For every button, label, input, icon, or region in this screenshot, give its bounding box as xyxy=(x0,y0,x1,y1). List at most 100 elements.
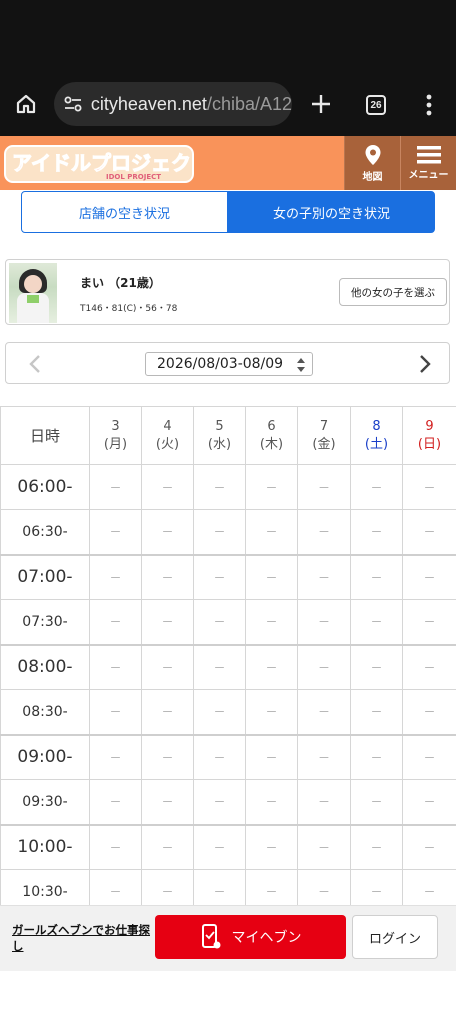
schedule-body: 06:00- －－－－－－－ 06:30- －－－－－－－ 07:00- －－－－－－－ 0… xyxy=(0,464,456,906)
slot-cell: － xyxy=(141,779,194,825)
time-slot-row: 10:00- －－－－－－－ xyxy=(0,823,456,870)
time-label: 08:30- xyxy=(0,689,90,735)
time-label: 09:00- xyxy=(0,733,90,780)
updown-arrows-icon xyxy=(297,358,305,372)
footer-bar: ガールズヘブンでお仕事探し マイヘブン ログイン xyxy=(0,905,456,971)
slot-cell: － xyxy=(245,779,298,825)
slot-cell: － xyxy=(89,464,142,510)
slot-cell: － xyxy=(402,643,456,690)
day-header: 6 (木) xyxy=(245,406,298,465)
profile-photo[interactable] xyxy=(9,263,57,323)
slot-cell: － xyxy=(297,823,351,870)
address-bar[interactable]: cityheaven.net/chiba/A12 xyxy=(54,82,292,126)
tab-switcher-button[interactable]: 26 xyxy=(360,90,392,120)
profile-card: まい （21歳） T146・81(C)・56・78 他の女の子を選ぶ xyxy=(5,259,450,325)
logo-subtext: IDOL PROJECT xyxy=(106,173,161,181)
slot-cell: － xyxy=(141,553,194,600)
chevron-right-icon xyxy=(420,355,431,373)
smartphone-icon xyxy=(201,924,220,949)
logo-text: アイドルプロジェクト xyxy=(12,151,196,175)
prev-week-button[interactable] xyxy=(24,352,46,376)
schedule-grid: 日時 3 (月) 4 (火) 5 (水) 6 (木) 7 (金) 8 (土) 9 (日) 06:00- －－… xyxy=(0,406,456,906)
slot-cell: － xyxy=(350,689,403,735)
week-select[interactable]: 2026/08/03-08/09 xyxy=(145,352,313,376)
time-slot-row: 10:30- －－－－－－－ xyxy=(0,869,456,906)
schedule-header-row: 日時 3 (月) 4 (火) 5 (水) 6 (木) 7 (金) 8 (土) 9 (日) xyxy=(0,406,456,465)
slot-cell: － xyxy=(89,509,142,555)
map-button[interactable]: 地図 xyxy=(344,136,400,190)
browser-toolbar: cityheaven.net/chiba/A12 26 xyxy=(0,72,456,136)
url-text: cityheaven.net/chiba/A12 xyxy=(91,94,292,115)
slot-cell: － xyxy=(350,733,403,780)
slot-cell: － xyxy=(193,869,246,906)
slot-cell: － xyxy=(402,823,456,870)
time-slot-row: 06:30- －－－－－－－ xyxy=(0,509,456,555)
time-label: 07:30- xyxy=(0,599,90,645)
time-slot-row: 09:00- －－－－－－－ xyxy=(0,733,456,780)
girls-heaven-job-link[interactable]: ガールズヘブンでお仕事探し xyxy=(12,922,152,954)
site-header: アイドルプロジェクト IDOL PROJECT 地図 メニュー xyxy=(0,136,456,190)
home-button[interactable] xyxy=(8,86,44,122)
slot-cell: － xyxy=(350,553,403,600)
slot-cell: － xyxy=(141,869,194,906)
slot-cell: － xyxy=(193,553,246,600)
day-of-week: (土) xyxy=(364,436,389,452)
slot-cell: － xyxy=(350,464,403,510)
login-button[interactable]: ログイン xyxy=(352,915,438,959)
day-of-week: (木) xyxy=(259,436,284,452)
myheaven-label: マイヘブン xyxy=(231,930,302,946)
more-menu-button[interactable] xyxy=(414,88,444,122)
slot-cell: － xyxy=(141,464,194,510)
slot-cell: － xyxy=(297,689,351,735)
slot-cell: － xyxy=(193,599,246,645)
slot-cell: － xyxy=(350,643,403,690)
slot-cell: － xyxy=(297,779,351,825)
myheaven-button[interactable]: マイヘブン xyxy=(155,915,346,959)
tab-girl-availability[interactable]: 女の子別の空き状況 xyxy=(228,191,435,233)
slot-cell: － xyxy=(89,553,142,600)
hamburger-icon xyxy=(416,145,441,163)
slot-cell: － xyxy=(245,823,298,870)
slot-cell: － xyxy=(245,869,298,906)
menu-label: メニュー xyxy=(408,169,449,181)
slot-cell: － xyxy=(297,553,351,600)
time-slot-row: 07:00- －－－－－－－ xyxy=(0,553,456,600)
site-settings-icon[interactable] xyxy=(56,82,91,126)
choose-other-girl-button[interactable]: 他の女の子を選ぶ xyxy=(339,278,447,306)
slot-cell: － xyxy=(193,689,246,735)
girl-name: まい （21歳） xyxy=(80,276,161,290)
slot-cell: － xyxy=(193,509,246,555)
slot-cell: － xyxy=(297,869,351,906)
day-header: 4 (火) xyxy=(141,406,194,465)
next-week-button[interactable] xyxy=(414,352,436,376)
day-number: 4 xyxy=(163,418,172,434)
slot-cell: － xyxy=(402,779,456,825)
tab-store-availability[interactable]: 店舗の空き状況 xyxy=(21,191,228,233)
day-header: 8 (土) xyxy=(350,406,403,465)
datetime-header: 日時 xyxy=(0,406,90,465)
slot-cell: － xyxy=(89,823,142,870)
time-slot-row: 08:30- －－－－－－－ xyxy=(0,689,456,735)
slot-cell: － xyxy=(245,733,298,780)
week-navigator: 2026/08/03-08/09 xyxy=(5,342,450,384)
slot-cell: － xyxy=(193,823,246,870)
slot-cell: － xyxy=(297,599,351,645)
day-number: 8 xyxy=(372,418,381,434)
slot-cell: － xyxy=(245,464,298,510)
time-label: 06:00- xyxy=(0,464,90,510)
slot-cell: － xyxy=(89,689,142,735)
new-tab-button[interactable] xyxy=(304,86,338,122)
slot-cell: － xyxy=(89,779,142,825)
day-header: 9 (日) xyxy=(402,406,456,465)
menu-button[interactable]: メニュー xyxy=(400,136,456,190)
kebab-icon xyxy=(426,94,432,116)
day-number: 7 xyxy=(319,418,329,434)
slot-cell: － xyxy=(402,464,456,510)
time-label: 07:00- xyxy=(0,553,90,600)
slot-cell: － xyxy=(193,464,246,510)
site-logo[interactable]: アイドルプロジェクト IDOL PROJECT xyxy=(4,144,212,184)
time-label: 10:00- xyxy=(0,823,90,870)
slot-cell: － xyxy=(350,823,403,870)
time-slot-row: 07:30- －－－－－－－ xyxy=(0,599,456,645)
slot-cell: － xyxy=(193,643,246,690)
